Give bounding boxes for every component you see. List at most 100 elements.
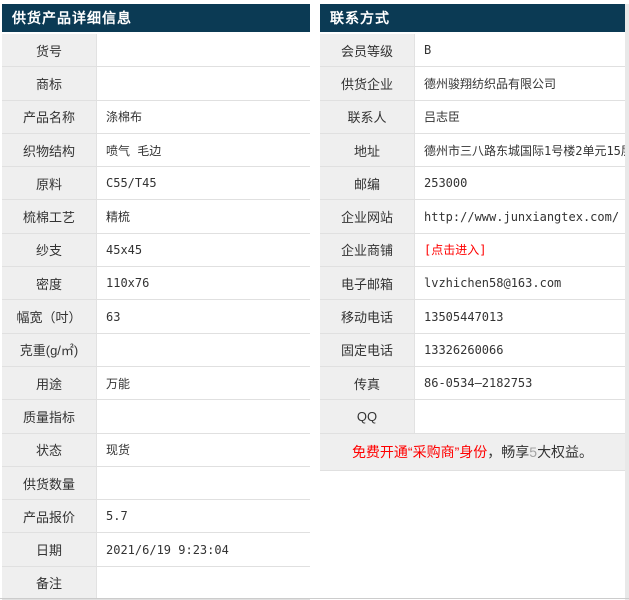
contact-info-panel: 联系方式 会员等级 B 供货企业 德州骏翔纺织品有限公司 联系人 吕志臣 地址 …: [320, 4, 625, 471]
promo-upgrade-link[interactable]: 免费开通“采购商”身份: [352, 442, 487, 462]
mobile-phone-value: 13505447013: [424, 309, 504, 324]
row-label: 梳棉工艺: [2, 200, 97, 233]
row-label: 电子邮箱: [320, 267, 415, 300]
page-edge-strip: [625, 4, 629, 600]
row-value: C55/T45: [106, 176, 157, 191]
row-label: 状态: [2, 433, 97, 466]
table-row-supply-quantity: 供货数量: [2, 466, 310, 501]
table-row-fixed-phone: 固定电话 13326260066: [320, 333, 625, 367]
table-row-address: 地址 德州市三八路东城国际1号楼2单元15层: [320, 133, 625, 168]
row-label: 商标: [2, 67, 97, 100]
page-bottom-divider: [0, 598, 629, 599]
row-label: 日期: [2, 533, 97, 566]
fixed-phone-value: 13326260066: [424, 342, 504, 357]
row-label: 移动电话: [320, 300, 415, 333]
promo-benefit-count: 5: [529, 443, 538, 460]
promo-text-mid: ，畅享: [487, 443, 530, 460]
row-label: 企业网站: [320, 200, 415, 233]
table-row-status: 状态 现货: [2, 433, 310, 467]
row-value: 110x76: [106, 276, 150, 291]
row-label: 质量指标: [2, 400, 97, 433]
table-row-member-grade: 会员等级 B: [320, 34, 625, 68]
table-row-brand: 商标: [2, 67, 310, 101]
shop-enter-link[interactable]: [点击进入]: [415, 234, 625, 266]
row-value: 吕志臣: [424, 110, 461, 125]
row-label: 织物结构: [2, 133, 97, 167]
row-label: 货号: [2, 34, 97, 67]
table-row-qq: QQ: [320, 400, 625, 434]
table-row-remarks: 备注: [2, 566, 310, 600]
row-value: 涤棉布: [106, 110, 143, 125]
row-value: 5.7: [106, 509, 128, 524]
row-label: 会员等级: [320, 34, 415, 67]
table-row-fax: 传真 86-0534—2182753: [320, 366, 625, 401]
table-row-website: 企业网站 http://www.junxiangtex.com/: [320, 200, 625, 234]
table-row-combing-process: 梳棉工艺 精梳: [2, 200, 310, 234]
table-row-email: 电子邮箱 lvzhichen58@163.com: [320, 267, 625, 301]
table-row-date: 日期 2021/6/19 9:23:04: [2, 533, 310, 567]
row-label: 用途: [2, 366, 97, 400]
promo-banner: 免费开通“采购商”身份 ，畅享 5 大权益。: [320, 433, 625, 471]
table-row-yarn-count: 纱支 45x45: [2, 233, 310, 268]
table-row-zip-code: 邮编 253000: [320, 167, 625, 201]
supplier-name-value: 德州骏翔纺织品有限公司: [424, 76, 557, 91]
table-row-weight-gsm: 克重(g/㎡): [2, 333, 310, 367]
row-label: 供货企业: [320, 67, 415, 100]
product-detail-table: 货号 商标 产品名称 涤棉布 织物结构 喷气 毛边 原料 C55/T45 梳棉工…: [2, 34, 310, 600]
email-value: lvzhichen58@163.com: [424, 276, 562, 291]
row-label: 产品名称: [2, 100, 97, 133]
address-value: 德州市三八路东城国际1号楼2单元15层: [424, 143, 625, 158]
row-label: 联系人: [320, 100, 415, 133]
row-label: 产品报价: [2, 500, 97, 533]
table-row-width-inch: 幅宽（吋） 63: [2, 300, 310, 334]
row-label: 邮编: [320, 167, 415, 200]
fax-value: 86-0534—2182753: [424, 376, 533, 391]
row-label: 密度: [2, 267, 97, 300]
row-value: [97, 334, 310, 366]
row-value: [97, 567, 310, 599]
row-value: 253000: [424, 176, 468, 191]
row-label: 幅宽（吋）: [2, 300, 97, 333]
row-value: 精梳: [106, 210, 131, 225]
website-value: http://www.junxiangtex.com/: [424, 209, 620, 224]
table-row-product-name: 产品名称 涤棉布: [2, 100, 310, 134]
row-value: [97, 400, 310, 432]
row-value: 63: [106, 309, 121, 324]
table-row-fabric-structure: 织物结构 喷气 毛边: [2, 133, 310, 168]
row-value: 万能: [106, 376, 131, 391]
row-label: 地址: [320, 133, 415, 167]
product-detail-panel-title: 供货产品详细信息: [2, 4, 310, 32]
row-value: 45x45: [106, 242, 143, 257]
row-value: 2021/6/19 9:23:04: [106, 542, 229, 557]
row-label: 备注: [2, 566, 97, 600]
promo-text-tail: 大权益。: [537, 443, 594, 460]
row-value: 喷气 毛边: [106, 143, 162, 158]
row-label: 企业商铺: [320, 233, 415, 267]
row-value: [97, 467, 310, 499]
table-row-shop: 企业商铺 [点击进入]: [320, 233, 625, 268]
row-label: 原料: [2, 167, 97, 200]
table-row-supplier: 供货企业 德州骏翔纺织品有限公司: [320, 67, 625, 101]
row-label: 固定电话: [320, 333, 415, 366]
table-row-product-price: 产品报价 5.7: [2, 500, 310, 534]
row-label: 传真: [320, 366, 415, 400]
row-value: B: [424, 43, 432, 58]
row-label: 纱支: [2, 233, 97, 267]
table-row-density: 密度 110x76: [2, 267, 310, 301]
row-value: [415, 400, 625, 432]
table-row-mobile-phone: 移动电话 13505447013: [320, 300, 625, 334]
table-row-quality-index: 质量指标: [2, 400, 310, 434]
table-row-item-no: 货号: [2, 34, 310, 68]
row-value: [97, 34, 310, 66]
product-detail-panel: 供货产品详细信息 货号 商标 产品名称 涤棉布 织物结构 喷气 毛边 原料 C5…: [2, 4, 310, 600]
contact-info-panel-title: 联系方式: [320, 4, 625, 32]
row-label: 克重(g/㎡): [2, 333, 97, 366]
row-value: 现货: [106, 443, 131, 458]
row-value: [97, 67, 310, 99]
table-row-contact-person: 联系人 吕志臣: [320, 100, 625, 134]
contact-info-table: 会员等级 B 供货企业 德州骏翔纺织品有限公司 联系人 吕志臣 地址 德州市三八…: [320, 34, 625, 471]
row-label: 供货数量: [2, 466, 97, 500]
table-row-raw-material: 原料 C55/T45: [2, 167, 310, 201]
table-row-usage: 用途 万能: [2, 366, 310, 401]
row-label: QQ: [320, 400, 415, 433]
